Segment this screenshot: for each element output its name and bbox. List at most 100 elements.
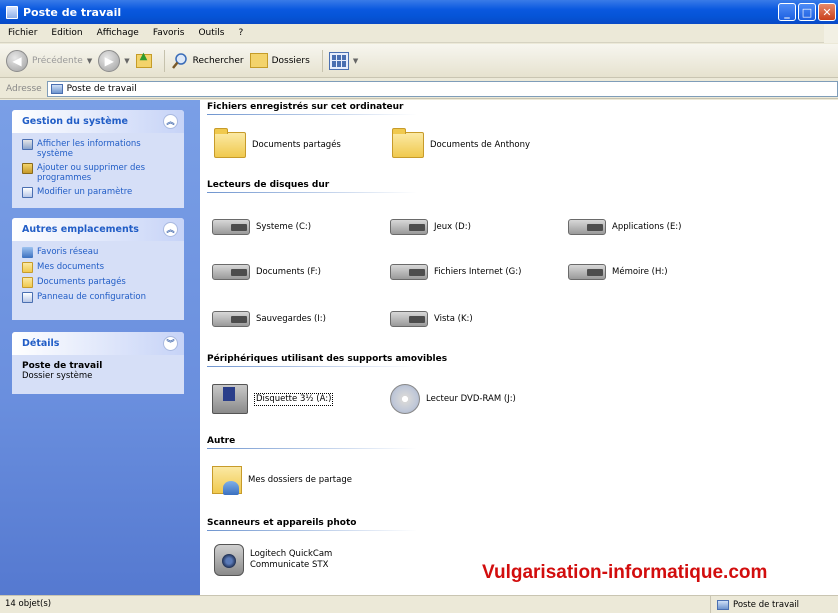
group-divider [207,114,417,115]
place-control-panel[interactable]: Panneau de configuration [22,292,176,303]
task-pane: Gestion du système ︽ Afficher les inform… [0,100,200,595]
toolbar: ◀ Précédente ▼ ▶ ▼ Rechercher Dossiers ▼ [0,44,838,78]
panel-details-header[interactable]: Détails ︾ [12,332,184,355]
place-network[interactable]: Favoris réseau [22,247,176,258]
task-label: Ajouter ou supprimer des programmes [37,163,146,183]
status-bar: 14 objet(s) Poste de travail [0,595,838,613]
up-button[interactable] [135,51,152,68]
place-label: Documents partagés [37,277,126,287]
drive-h[interactable]: Mémoire (H:) [568,264,668,280]
place-label: Panneau de configuration [37,292,146,302]
status-count: 14 objet(s) [5,599,52,609]
item-webcam[interactable]: Logitech QuickCam Communicate STX [214,544,390,576]
folder-icon [392,128,424,158]
menu-help[interactable]: ? [238,28,243,38]
views-icon [328,51,349,70]
toolbar-separator [163,49,165,72]
maximize-button[interactable]: □ [798,3,816,21]
drive-floppy-a[interactable]: Disquette 3½ (A:) [212,384,334,414]
hard-drive-icon [390,311,428,327]
task-change-setting[interactable]: Modifier un paramètre [22,187,176,198]
title-bar: Poste de travail _ □ ✕ [0,0,838,24]
folder-icon [22,262,33,273]
back-arrow-icon: ◀ [6,49,28,72]
task-system-info[interactable]: Afficher les informations système [22,139,176,159]
panel-places-header[interactable]: Autres emplacements ︽ [12,218,184,241]
drive-d[interactable]: Jeux (D:) [390,219,471,235]
group-divider [207,192,417,193]
chevron-down-icon: ▼ [86,56,93,65]
minimize-button[interactable]: _ [778,3,796,21]
group-removable-header: Périphériques utilisant des supports amo… [207,354,448,364]
hard-drive-icon [568,264,606,280]
watermark: Vulgarisation-informatique.com [482,562,768,583]
menu-outils[interactable]: Outils [198,28,224,38]
drive-f[interactable]: Documents (F:) [212,264,321,280]
drive-k[interactable]: Vista (K:) [390,311,473,327]
address-input[interactable]: Poste de travail [46,80,838,97]
drive-dvd-j[interactable]: Lecteur DVD-RAM (J:) [390,384,516,414]
folders-label: Dossiers [271,55,310,66]
network-icon [22,247,33,258]
task-label: Afficher les informations système [37,139,141,159]
drive-e[interactable]: Applications (E:) [568,219,682,235]
forward-button[interactable]: ▶ ▼ [98,49,130,72]
back-label: Précédente [32,55,83,66]
item-label: Fichiers Internet (G:) [434,266,522,277]
folder-icon [214,128,246,158]
search-button[interactable]: Rechercher [171,52,244,70]
windows-logo-icon [824,24,838,43]
place-shared-documents[interactable]: Documents partagés [22,277,176,288]
status-location: Poste de travail [710,596,799,613]
item-documents-anthony[interactable]: Documents de Anthony [392,128,530,158]
task-add-remove-programs[interactable]: Ajouter ou supprimer des programmes [22,163,176,183]
place-my-documents[interactable]: Mes documents [22,262,176,273]
item-label: Disquette 3½ (A:) [254,392,334,406]
collapse-icon[interactable]: ︽ [163,114,178,129]
folders-button[interactable]: Dossiers [249,53,310,68]
drive-c[interactable]: Systeme (C:) [212,219,311,235]
menu-affichage[interactable]: Affichage [97,28,139,38]
add-remove-programs-icon [22,163,33,174]
item-label: Applications (E:) [612,221,682,232]
views-button[interactable]: ▼ [328,51,358,70]
collapse-icon[interactable]: ︽ [163,222,178,237]
item-label: Mes dossiers de partage [248,474,352,485]
expand-icon[interactable]: ︾ [163,336,178,351]
group-files-header: Fichiers enregistrés sur cet ordinateur [207,102,404,112]
forward-arrow-icon: ▶ [98,49,121,72]
item-label: Lecteur DVD-RAM (J:) [426,393,516,404]
back-button[interactable]: ◀ Précédente ▼ [6,49,93,72]
panel-system-header[interactable]: Gestion du système ︽ [12,110,184,133]
menu-edition[interactable]: Edition [51,28,82,38]
control-panel-icon [22,292,33,303]
shared-folder-icon [212,466,242,495]
address-bar: Adresse Poste de travail [0,79,838,99]
hard-drive-icon [568,219,606,235]
group-drives-header: Lecteurs de disques dur [207,180,330,190]
item-mes-dossiers-partage[interactable]: Mes dossiers de partage [212,466,352,495]
folder-icon [22,277,33,288]
group-divider [207,448,417,449]
item-label: Logitech QuickCam Communicate STX [250,549,333,570]
hard-drive-icon [390,264,428,280]
menu-fichier[interactable]: Fichier [8,28,37,38]
search-icon [171,52,187,69]
status-location-label: Poste de travail [733,599,800,610]
item-label: Jeux (D:) [434,221,471,232]
folder-up-icon [135,51,152,68]
address-label: Adresse [6,83,42,94]
hard-drive-icon [212,311,250,327]
computer-icon [6,5,18,19]
control-panel-icon [22,187,33,198]
drive-i[interactable]: Sauvegardes (I:) [212,311,326,327]
details-type: Dossier système [22,371,93,381]
drive-g[interactable]: Fichiers Internet (G:) [390,264,521,280]
close-button[interactable]: ✕ [818,3,836,21]
hard-drive-icon [390,219,428,235]
menu-favoris[interactable]: Favoris [153,28,185,38]
item-label: Documents partagés [252,139,341,150]
folders-icon [249,53,268,68]
dvd-drive-icon [390,384,420,414]
item-documents-partages[interactable]: Documents partagés [214,128,341,158]
